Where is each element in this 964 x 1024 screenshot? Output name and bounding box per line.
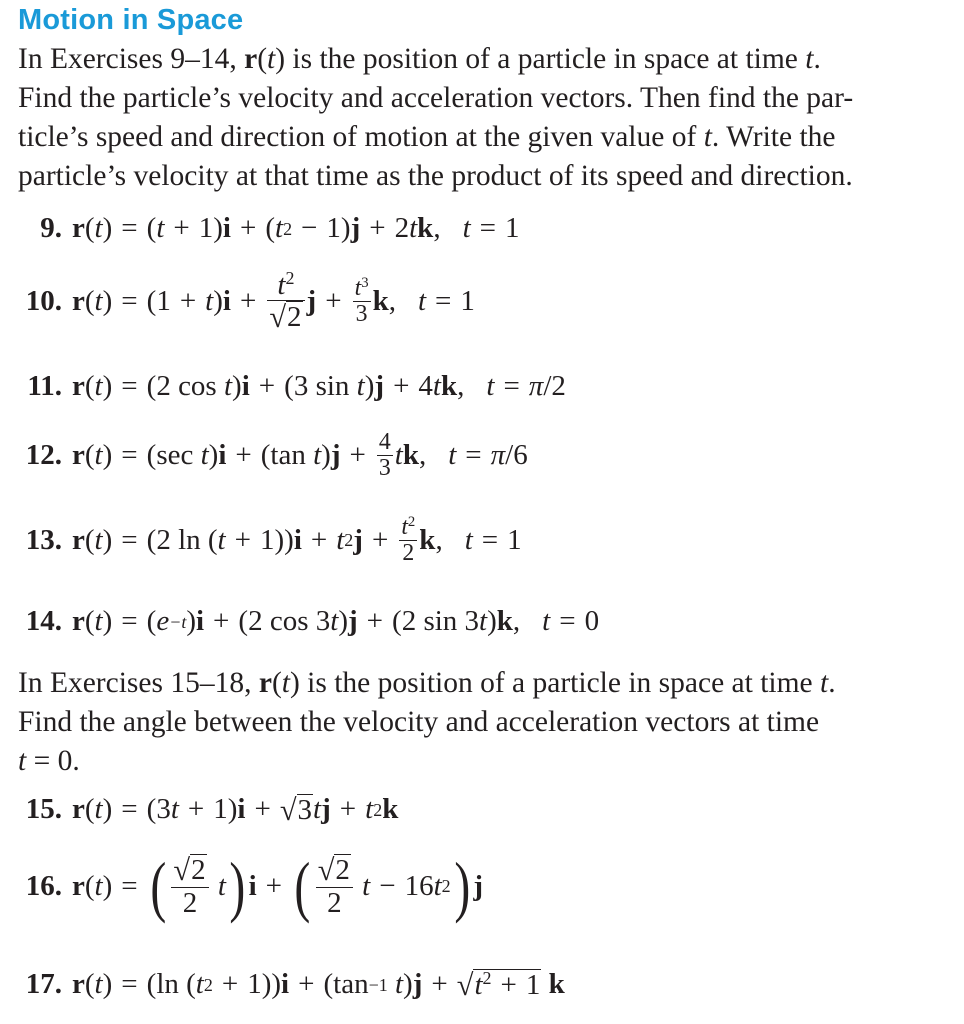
- exercise-17: 17. r(t) = (ln (t 2 +1)) i + (tan −1 t) j + √…: [25, 967, 565, 1002]
- intro-1-line-4: particle’s velocity at that time as the …: [18, 160, 853, 192]
- intro-paragraph-1: In Exercises 9–14, r(t) is the position …: [18, 40, 958, 196]
- exercise-14: 14. r(t) = (e −t) i + (2 cos 3 t) j + (2 sin…: [25, 605, 600, 637]
- fraction-t3-over-3: t3 3: [352, 275, 371, 328]
- fraction-t2-over-2: t2 2: [399, 513, 418, 566]
- fraction-4-over-3: 4 3: [376, 429, 393, 481]
- exercise-9: 9. r(t) = (t +1) i + (t 2−1) j + 2tk, t = 1: [40, 212, 520, 244]
- sqrt-3: √ 3: [279, 792, 314, 827]
- fraction-t2-over-sqrt2: t2 √ 2: [267, 269, 305, 334]
- exercise-16: 16. r(t) = ( √ 2 2 t ) i + ( √ 2 2 t −16 t 2 )…: [25, 848, 484, 924]
- exercise-10: 10. r(t) = (1 + t) i + t2 √ 2 j + t3 3 k, t =…: [25, 268, 475, 335]
- exercise-13: 13. r(t) = (2 ln (t +1)) i + t2j + t2 2 k,…: [25, 513, 522, 566]
- exercise-12: 12. r(t) = (sec t) i + (tan t) j + 4 3 tk,…: [25, 429, 528, 481]
- intro-paragraph-2: In Exercises 15–18, r(t) is the position…: [18, 664, 958, 781]
- fraction-sqrt2-over-2: √ 2 2: [171, 854, 209, 918]
- intro-1-line-1: In Exercises 9–14, r(t) is the position …: [18, 43, 821, 75]
- exercise-11: 11. r(t) = (2 cos t) i + (3 sin t) j + 4tk…: [27, 370, 566, 402]
- intro-1-line-3: ticle’s speed and direction of motion at…: [18, 121, 836, 153]
- intro-2-line-1: In Exercises 15–18, r(t) is the position…: [18, 667, 836, 699]
- intro-2-line-2: Find the angle between the velocity and …: [18, 706, 820, 738]
- sqrt-t2-plus-1: √ t2 +1: [456, 967, 542, 1002]
- exercise-15: 15. r(t) = (3 t +1) i + √ 3 t j + t2k: [25, 792, 399, 827]
- intro-2-line-3: t = 0.: [18, 745, 80, 777]
- intro-1-line-2: Find the particle’s velocity and acceler…: [18, 82, 854, 114]
- section-title: Motion in Space: [18, 4, 244, 36]
- fraction-sqrt2-over-2: √ 2 2: [315, 854, 353, 918]
